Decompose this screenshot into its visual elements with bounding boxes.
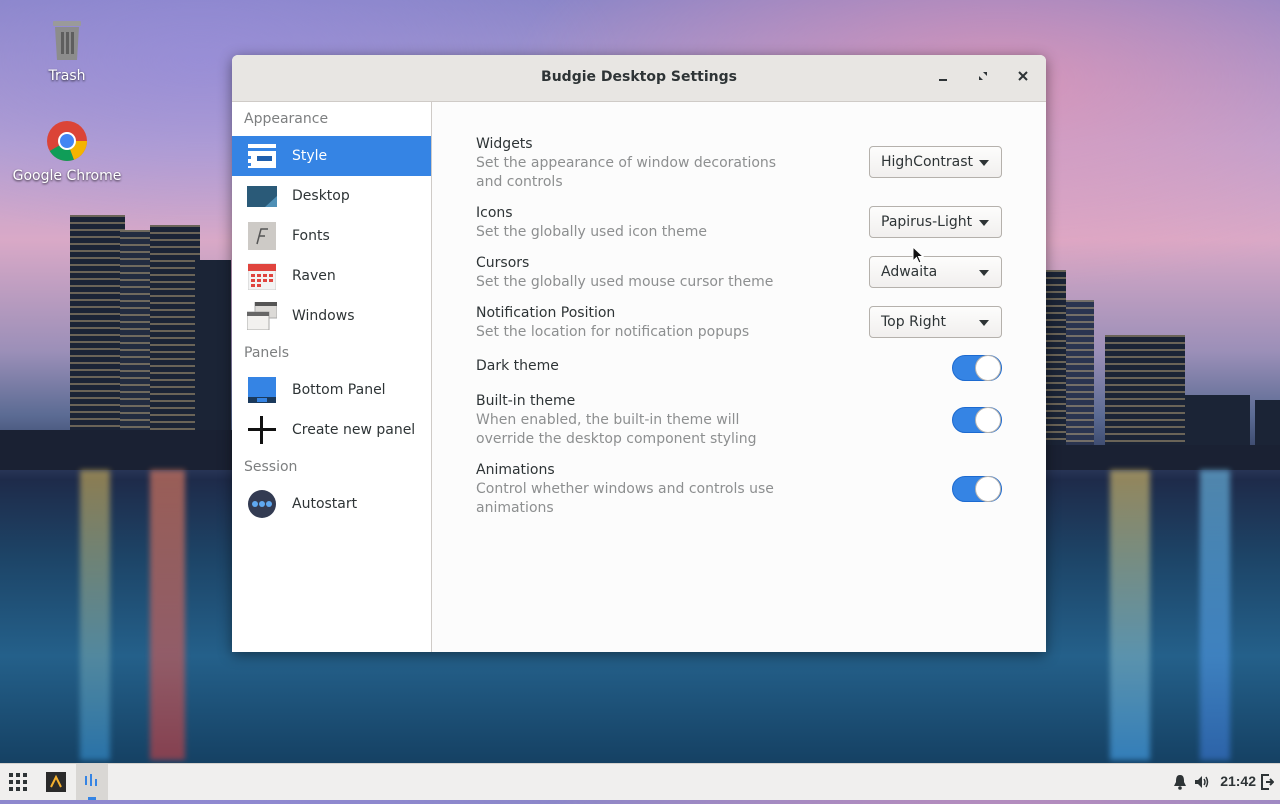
trash-icon: [47, 18, 87, 62]
widgets-theme-dropdown[interactable]: HighContrast: [869, 146, 1002, 178]
cursor-theme-dropdown[interactable]: Adwaita: [869, 256, 1002, 288]
setting-description: Set the location for notification popups: [476, 324, 750, 340]
setting-animations: Animations Control whether windows and c…: [476, 461, 1002, 521]
chevron-down-icon: [979, 220, 989, 226]
settings-task-icon[interactable]: [76, 764, 108, 800]
animations-toggle[interactable]: [952, 476, 1002, 502]
setting-description: Set the globally used icon theme: [476, 224, 708, 240]
chevron-down-icon: [979, 270, 989, 276]
section-panels: Panels: [244, 345, 290, 361]
fonts-icon: [247, 222, 277, 250]
terminal-icon[interactable]: [46, 772, 66, 792]
style-icon: [247, 142, 277, 170]
sidebar-item-windows[interactable]: Windows: [232, 296, 431, 336]
icon-theme-dropdown[interactable]: Papirus-Light: [869, 206, 1002, 238]
apps-grid-icon[interactable]: [8, 772, 28, 792]
sidebar-item-raven[interactable]: Raven: [232, 256, 431, 296]
setting-icons: Icons Set the globally used icon theme P…: [476, 204, 1002, 244]
sidebar-item-autostart[interactable]: Autostart: [232, 484, 431, 524]
sidebar-item-fonts[interactable]: Fonts: [232, 216, 431, 256]
mouse-cursor-icon: [912, 245, 925, 268]
sidebar-item-bottom-panel[interactable]: Bottom Panel: [232, 370, 431, 410]
chevron-down-icon: [979, 320, 989, 326]
sidebar-item-label: Fonts: [292, 228, 330, 244]
setting-description: Control whether windows and controls use…: [476, 481, 774, 516]
chrome-icon: [46, 120, 88, 162]
sidebar-item-style[interactable]: Style: [232, 136, 431, 176]
notification-position-dropdown[interactable]: Top Right: [869, 306, 1002, 338]
section-session: Session: [244, 459, 298, 475]
window-title: Budgie Desktop Settings: [541, 69, 737, 85]
titlebar[interactable]: Budgie Desktop Settings: [232, 55, 1046, 102]
dark-theme-toggle[interactable]: [952, 355, 1002, 381]
minimize-icon: [937, 70, 949, 86]
windows-icon: [247, 302, 277, 330]
builtin-theme-toggle[interactable]: [952, 407, 1002, 433]
setting-dark-theme: Dark theme: [476, 355, 1002, 387]
plus-icon: [247, 416, 277, 444]
toggle-knob: [975, 476, 1001, 502]
setting-label: Dark theme: [476, 358, 559, 374]
logout-icon[interactable]: [1260, 774, 1275, 790]
desktop-icon-trash[interactable]: Trash: [12, 18, 122, 84]
setting-label: Animations: [476, 462, 555, 478]
sidebar-item-create-panel[interactable]: Create new panel: [232, 410, 431, 450]
calendar-icon: [247, 262, 277, 290]
sidebar-item-label: Autostart: [292, 496, 358, 512]
bottom-panel: 21:42: [0, 763, 1280, 800]
sidebar-item-label: Style: [292, 148, 328, 164]
sidebar-item-label: Bottom Panel: [292, 382, 386, 398]
sidebar-item-label: Windows: [292, 308, 355, 324]
desktop-icon-chrome[interactable]: Google Chrome: [12, 120, 122, 184]
setting-description: Set the globally used mouse cursor theme: [476, 274, 774, 290]
sidebar-item-label: Create new panel: [292, 422, 416, 438]
toggle-knob: [975, 355, 1001, 381]
maximize-button[interactable]: [971, 67, 995, 89]
autostart-icon: [247, 490, 277, 518]
desktop-icon: [247, 182, 277, 210]
desktop-icon-label: Google Chrome: [12, 168, 122, 184]
close-icon: [1017, 70, 1029, 86]
sidebar-item-label: Desktop: [292, 188, 350, 204]
settings-window: Budgie Desktop Settings Appearance Style…: [232, 55, 1046, 652]
close-button[interactable]: [1011, 67, 1035, 89]
setting-label: Built-in theme: [476, 393, 576, 409]
dropdown-value: Papirus-Light: [881, 214, 973, 230]
section-appearance: Appearance: [244, 111, 329, 127]
style-settings-page: Widgets Set the appearance of window dec…: [432, 102, 1046, 652]
sidebar: Appearance Style Desktop Fonts Raven Win…: [232, 102, 432, 652]
toggle-knob: [975, 407, 1001, 433]
chevron-down-icon: [979, 160, 989, 166]
dropdown-value: HighContrast: [881, 154, 973, 170]
dropdown-value: Adwaita: [881, 264, 938, 280]
setting-description: Set the appearance of window decorations…: [476, 155, 777, 190]
setting-notification-position: Notification Position Set the location f…: [476, 304, 1002, 344]
dropdown-value: Top Right: [881, 314, 946, 330]
bell-icon[interactable]: [1173, 774, 1187, 790]
sidebar-item-label: Raven: [292, 268, 336, 284]
volume-icon[interactable]: [1194, 774, 1210, 790]
setting-builtin-theme: Built-in theme When enabled, the built-i…: [476, 392, 1002, 452]
desktop-icon-label: Trash: [48, 68, 86, 84]
panel-icon: [247, 376, 277, 404]
setting-widgets: Widgets Set the appearance of window dec…: [476, 135, 1002, 195]
sidebar-item-desktop[interactable]: Desktop: [232, 176, 431, 216]
panel-clock[interactable]: 21:42: [1220, 773, 1256, 789]
minimize-button[interactable]: [931, 67, 955, 89]
setting-description: When enabled, the built-in theme will ov…: [476, 412, 757, 447]
maximize-icon: [977, 70, 989, 86]
